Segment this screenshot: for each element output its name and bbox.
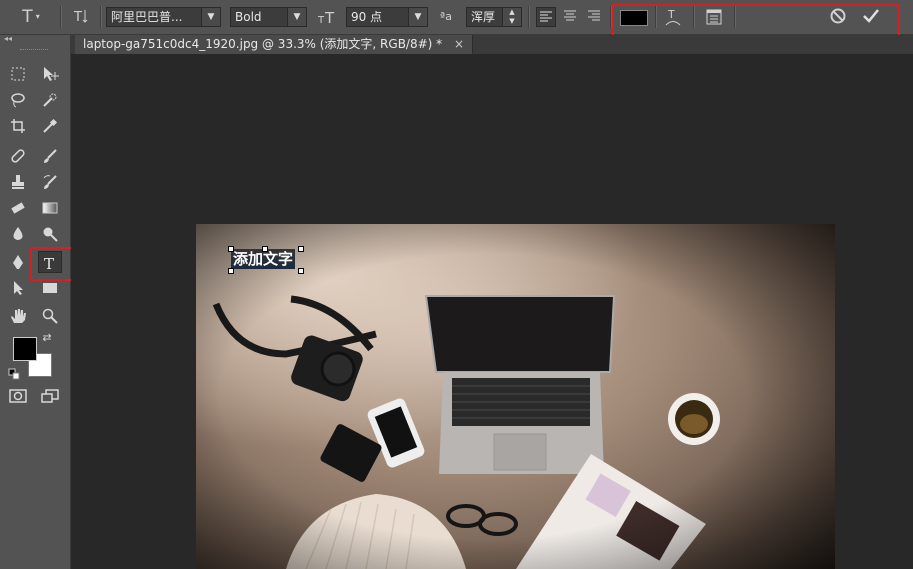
svg-text:T: T bbox=[324, 9, 335, 27]
quick-selection-tool-icon[interactable] bbox=[38, 89, 62, 111]
font-family-select[interactable]: 阿里巴巴普... ▼ bbox=[106, 7, 221, 27]
default-colors-icon[interactable] bbox=[8, 365, 20, 380]
separator bbox=[100, 6, 102, 28]
swap-colors-icon[interactable]: ⇄ bbox=[40, 331, 54, 345]
zoom-tool-icon[interactable] bbox=[38, 305, 62, 327]
dodge-tool-icon[interactable] bbox=[38, 223, 62, 245]
clone-stamp-tool-icon[interactable] bbox=[6, 171, 30, 193]
svg-text:T: T bbox=[73, 10, 82, 25]
align-right-icon[interactable] bbox=[584, 7, 604, 27]
separator bbox=[60, 6, 62, 28]
transform-handle[interactable] bbox=[228, 246, 234, 252]
history-brush-tool-icon[interactable] bbox=[38, 171, 62, 193]
antialias-select[interactable]: 浑厚 ▲ ▼ bbox=[466, 7, 522, 27]
document-tab-title: laptop-ga751c0dc4_1920.jpg @ 33.3% (添加文字… bbox=[83, 37, 443, 51]
pen-tool-icon[interactable] bbox=[6, 251, 30, 273]
chevron-down-icon: ▼ bbox=[201, 8, 220, 26]
align-left-icon[interactable] bbox=[536, 7, 556, 27]
brush-tool-icon[interactable] bbox=[38, 145, 62, 167]
move-tool-icon[interactable] bbox=[38, 63, 62, 85]
tools-panel: ◂◂ T ⇄ bbox=[0, 34, 76, 569]
gradient-tool-icon[interactable] bbox=[38, 197, 62, 219]
close-icon[interactable]: × bbox=[454, 37, 464, 51]
quick-mask-icon[interactable] bbox=[6, 385, 30, 407]
font-size-icon: TT bbox=[317, 7, 340, 27]
screen-mode-icon[interactable] bbox=[38, 385, 62, 407]
chevron-down-icon: ▼ bbox=[287, 8, 306, 26]
photo-content bbox=[196, 224, 835, 569]
path-selection-tool-icon[interactable] bbox=[6, 277, 30, 299]
font-size-select[interactable]: 90 点 ▼ bbox=[346, 7, 428, 27]
crop-tool-icon[interactable] bbox=[6, 115, 30, 137]
highlight-box-options bbox=[612, 4, 900, 38]
svg-text:T: T bbox=[318, 15, 325, 26]
collapse-icon[interactable]: ◂◂ bbox=[4, 34, 12, 43]
rectangle-tool-icon[interactable] bbox=[38, 277, 62, 299]
font-style-value: Bold bbox=[235, 10, 262, 24]
antialias-value: 浑厚 bbox=[471, 10, 496, 24]
transform-handle[interactable] bbox=[298, 246, 304, 252]
foreground-color-swatch[interactable] bbox=[13, 337, 37, 361]
font-size-value: 90 点 bbox=[351, 10, 383, 24]
chevron-down-icon: ▼ bbox=[408, 8, 427, 26]
hand-tool-icon[interactable] bbox=[6, 305, 30, 327]
healing-brush-tool-icon[interactable] bbox=[6, 145, 30, 167]
lasso-tool-icon[interactable] bbox=[6, 89, 30, 111]
grip-handle[interactable] bbox=[20, 49, 48, 52]
type-tool-icon[interactable]: T ▾ bbox=[18, 6, 44, 28]
document-tab[interactable]: laptop-ga751c0dc4_1920.jpg @ 33.3% (添加文字… bbox=[75, 35, 474, 54]
text-layer-editing[interactable]: 添加文字 bbox=[231, 249, 296, 269]
transform-handle[interactable] bbox=[228, 268, 234, 274]
document-tab-bar: laptop-ga751c0dc4_1920.jpg @ 33.3% (添加文字… bbox=[71, 35, 913, 54]
align-center-icon[interactable] bbox=[560, 7, 580, 27]
text-orientation-icon[interactable]: T bbox=[70, 6, 92, 28]
transform-handle[interactable] bbox=[298, 268, 304, 274]
antialias-icon: ªa bbox=[440, 10, 452, 23]
separator bbox=[528, 6, 530, 28]
eyedropper-tool-icon[interactable] bbox=[38, 115, 62, 137]
stepper-icon: ▲ ▼ bbox=[502, 8, 521, 26]
transform-handle[interactable] bbox=[262, 246, 268, 252]
highlight-box-type-tool bbox=[30, 247, 76, 281]
blur-tool-icon[interactable] bbox=[6, 223, 30, 245]
font-family-value: 阿里巴巴普... bbox=[111, 10, 183, 24]
marquee-tool-icon[interactable] bbox=[6, 63, 30, 85]
document-canvas-image[interactable] bbox=[196, 224, 835, 569]
font-style-select[interactable]: Bold ▼ bbox=[230, 7, 307, 27]
eraser-tool-icon[interactable] bbox=[6, 197, 30, 219]
